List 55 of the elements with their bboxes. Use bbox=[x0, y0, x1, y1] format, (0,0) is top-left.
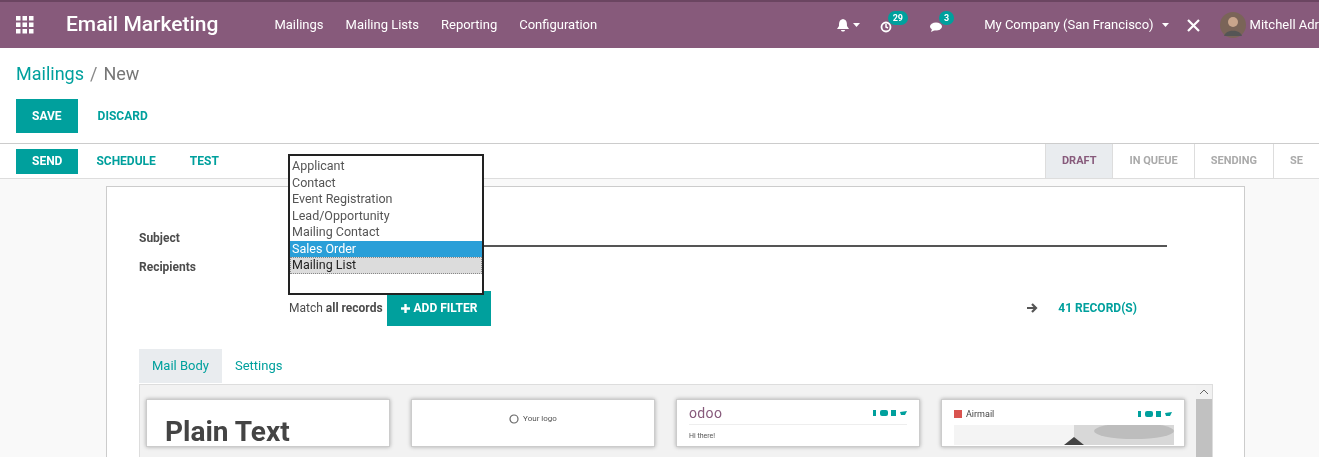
form-tab[interactable]: Mail Body bbox=[139, 348, 222, 383]
template-title: Plain Text bbox=[165, 414, 290, 446]
dropdown-option[interactable]: Applicant bbox=[290, 158, 482, 175]
template-card[interactable]: Plain Text bbox=[146, 398, 390, 447]
field-label: Subject bbox=[139, 230, 181, 247]
discard-button[interactable]: DISCARD bbox=[81, 99, 164, 133]
brand-logo: odoo bbox=[689, 405, 723, 420]
company-switcher[interactable]: My Company (San Francisco) bbox=[984, 15, 1169, 35]
arrow-right-icon bbox=[1027, 303, 1039, 313]
envelope-icon bbox=[954, 410, 962, 419]
messages-button[interactable]: 3 bbox=[930, 11, 955, 35]
scroll-up-icon[interactable] bbox=[1200, 389, 1208, 394]
caret-icon bbox=[852, 23, 860, 27]
app-title: Email Marketing bbox=[66, 11, 219, 39]
model-dropdown[interactable]: Applicant Contact Event Registration Lead/Opportunity Mailing Contact Sales Order Mailing List bbox=[288, 154, 484, 295]
dropdown-option[interactable]: Event Registration bbox=[290, 191, 482, 208]
action-button[interactable]: SCHEDULE bbox=[80, 148, 172, 174]
count-badge: 29 bbox=[887, 11, 908, 25]
dropdown-option[interactable]: Mailing List bbox=[290, 257, 482, 274]
breadcrumb-separator: / bbox=[90, 62, 98, 86]
logo-placeholder: Your logo bbox=[523, 412, 557, 425]
scrollbar[interactable] bbox=[1196, 384, 1212, 457]
nav-menu-item[interactable]: Mailings bbox=[274, 15, 324, 35]
action-button[interactable]: SEND bbox=[16, 148, 79, 174]
save-button[interactable]: SAVE bbox=[16, 99, 78, 133]
records-link[interactable]: 41 RECORD(S) bbox=[1058, 299, 1137, 317]
action-button[interactable]: TEST bbox=[173, 148, 235, 174]
nav-menu-item[interactable]: Configuration bbox=[519, 15, 598, 35]
template-title: Airmail bbox=[966, 407, 995, 421]
match-text: Match all records bbox=[289, 300, 383, 317]
clock-icon bbox=[879, 21, 892, 33]
template-card[interactable]: Airmail bbox=[941, 398, 1185, 447]
bell-icon bbox=[836, 18, 849, 32]
apps-menu-icon[interactable] bbox=[16, 16, 34, 34]
dropdown-option[interactable]: Sales Order bbox=[290, 240, 482, 257]
notifications-button[interactable] bbox=[836, 18, 860, 32]
plus-icon bbox=[400, 303, 410, 313]
breadcrumb-current: New bbox=[103, 62, 140, 86]
dropdown-option[interactable]: Lead/Opportunity bbox=[290, 207, 482, 224]
dropdown-option[interactable]: Contact bbox=[290, 174, 482, 191]
chat-icon bbox=[930, 22, 943, 32]
field-label: Recipients bbox=[139, 260, 196, 274]
logo-icon bbox=[509, 413, 520, 424]
user-avatar[interactable] bbox=[1219, 12, 1246, 38]
user-name[interactable]: Mitchell Adr bbox=[1249, 15, 1319, 35]
dropdown-option[interactable]: Mailing Contact bbox=[290, 224, 482, 241]
status-stage[interactable]: DRAFT bbox=[1044, 144, 1113, 178]
nav-menu-item[interactable]: Mailing Lists bbox=[345, 15, 419, 35]
nav-menu-item[interactable]: Reporting bbox=[441, 15, 498, 35]
form-tab[interactable]: Settings bbox=[221, 348, 296, 383]
template-card[interactable]: Your logo bbox=[411, 398, 655, 447]
caret-icon bbox=[1161, 23, 1169, 27]
breadcrumb-link[interactable]: Mailings bbox=[16, 60, 84, 87]
count-badge: 3 bbox=[939, 11, 955, 25]
activity-button[interactable]: 29 bbox=[879, 11, 908, 35]
